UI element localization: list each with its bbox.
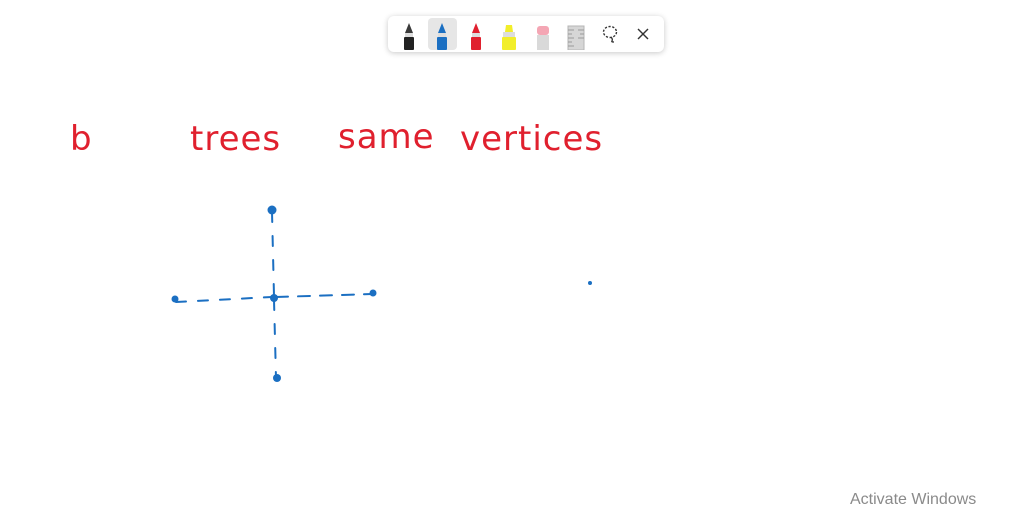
tree-vertex-bottom xyxy=(273,374,281,382)
ink-word-same: same xyxy=(338,117,435,157)
activate-windows-watermark: Activate Windows xyxy=(850,491,977,508)
ink-canvas[interactable]: b trees same vertices Activate Windows xyxy=(0,0,1024,512)
tree-vertex-top xyxy=(267,205,277,215)
tree-vertex-left xyxy=(171,295,179,303)
tree-edge-top xyxy=(271,211,275,297)
tree-edge-bottom xyxy=(273,299,277,379)
ink-layer: b trees same vertices xyxy=(70,117,603,382)
ink-word-vertices: vertices xyxy=(460,119,603,159)
tree-vertex-right xyxy=(369,289,377,297)
ink-word-b: b xyxy=(70,119,93,159)
tree-diagram xyxy=(171,205,592,382)
tree-edge-right xyxy=(275,293,373,298)
ink-dot xyxy=(588,281,592,285)
tree-vertex-center xyxy=(270,294,278,302)
tree-edge-left xyxy=(175,296,273,303)
ink-word-trees: trees xyxy=(190,119,281,159)
